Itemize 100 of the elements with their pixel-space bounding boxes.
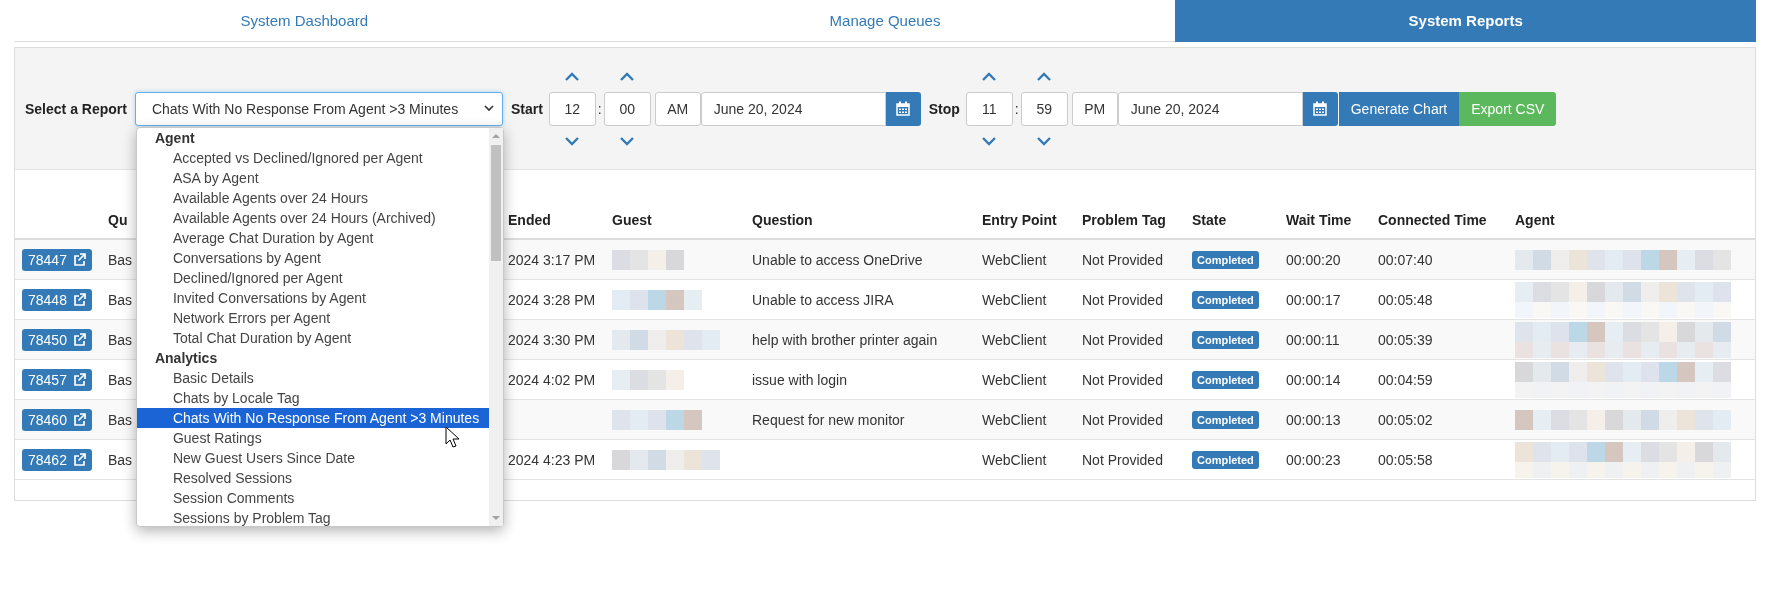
external-link-icon — [71, 332, 86, 347]
dropdown-option[interactable]: Session Comments — [136, 487, 489, 508]
dropdown-option[interactable]: Invited Conversations by Agent — [136, 287, 489, 308]
meridiem-toggle[interactable]: PM — [1071, 91, 1118, 126]
dropdown-option[interactable]: Network Errors per Agent — [136, 307, 489, 328]
table-cell: Bas — [108, 331, 133, 348]
date-field[interactable]: June 20, 2024 — [1117, 91, 1303, 126]
time-separator: : — [597, 100, 602, 117]
dropdown-option[interactable]: Chats by Locale Tag — [136, 387, 489, 408]
chevron-down-icon — [565, 135, 580, 146]
state-badge: Completed — [1192, 330, 1259, 349]
table-cell: 2024 3:30 PM — [508, 331, 596, 348]
table-cell: 00:05:58 — [1378, 451, 1433, 468]
table-cell: help with brother printer again — [752, 331, 938, 348]
time-field[interactable]: 59 — [1020, 91, 1068, 126]
column-header: Ended — [508, 212, 551, 228]
table-cell: WebClient — [982, 251, 1047, 268]
chevron-up-icon — [982, 71, 997, 82]
time-field[interactable]: 11 — [965, 91, 1013, 126]
column-header: Question — [752, 212, 813, 228]
dropdown-option[interactable]: Declined/Ignored per Agent — [136, 267, 489, 288]
table-cell: 00:04:59 — [1378, 371, 1433, 388]
table-cell: Bas — [108, 251, 133, 268]
table-cell: Unable to access JIRA — [752, 291, 894, 308]
column-header: Agent — [1515, 212, 1555, 228]
date-field[interactable]: June 20, 2024 — [700, 91, 886, 126]
table-cell: WebClient — [982, 451, 1047, 468]
dropdown-option[interactable]: Accepted vs Declined/Ignored per Agent — [136, 147, 489, 168]
dropdown-option[interactable]: New Guest Users Since Date — [136, 447, 489, 468]
tab[interactable]: Manage Queues — [594, 0, 1176, 42]
field-label: Select a Report — [25, 100, 127, 117]
table-cell: WebClient — [982, 411, 1047, 428]
dropdown-option[interactable]: Available Agents over 24 Hours (Archived) — [136, 207, 489, 228]
state-badge: Completed — [1192, 410, 1259, 429]
dropdown-option[interactable]: Available Agents over 24 Hours — [136, 187, 489, 208]
tab[interactable]: System Dashboard — [14, 0, 595, 42]
action-button[interactable]: Generate Chart — [1338, 91, 1460, 126]
table-cell: Not Provided — [1082, 251, 1163, 268]
table-cell: Bas — [108, 411, 133, 428]
option-group-label: Agent — [153, 128, 196, 148]
table-cell: Unable to access OneDrive — [752, 251, 923, 268]
calendar-button[interactable] — [885, 91, 921, 126]
column-header: Entry Point — [982, 212, 1057, 228]
blurred-text — [612, 368, 684, 391]
state-badge: Completed — [1192, 370, 1259, 389]
table-cell: 2024 3:28 PM — [508, 291, 596, 308]
session-link[interactable]: 78450 — [22, 328, 92, 351]
time-field[interactable]: 12 — [548, 91, 596, 126]
table-cell: Bas — [108, 451, 133, 468]
chevron-up-icon — [620, 71, 635, 82]
dropdown-option[interactable]: Sessions by Problem Tag — [136, 507, 489, 528]
table-cell: WebClient — [982, 371, 1047, 388]
external-link-icon — [71, 292, 86, 307]
table-cell: 00:00:17 — [1286, 291, 1341, 308]
dropdown-option[interactable]: Basic Details — [136, 367, 489, 388]
calendar-icon — [896, 101, 911, 116]
table-cell: 00:05:48 — [1378, 291, 1433, 308]
external-link-icon — [71, 372, 86, 387]
table-cell: 00:00:11 — [1286, 331, 1340, 348]
field-label: Stop — [928, 100, 960, 117]
column-header: State — [1192, 212, 1227, 228]
dropdown-option[interactable]: Total Chat Duration by Agent — [136, 327, 489, 348]
table-cell: 2024 3:17 PM — [508, 251, 596, 268]
chevron-up-icon — [565, 71, 580, 82]
report-select[interactable]: Chats With No Response From Agent >3 Minutes — [134, 91, 503, 126]
table-cell: 00:00:23 — [1286, 451, 1341, 468]
dropdown-option[interactable]: Chats With No Response From Agent >3 Minutes — [136, 407, 489, 428]
dropdown-option[interactable]: Guest Ratings — [136, 427, 489, 448]
table-cell: 00:00:20 — [1286, 251, 1341, 268]
table-cell: 00:05:02 — [1378, 411, 1433, 428]
table-cell: 00:05:39 — [1378, 331, 1433, 348]
table-cell: Request for new monitor — [752, 411, 905, 428]
session-link[interactable]: 78447 — [22, 248, 92, 271]
session-link[interactable]: 78457 — [22, 368, 92, 391]
column-header: Wait Time — [1286, 212, 1352, 228]
table-cell: 00:00:14 — [1286, 371, 1341, 388]
external-link-icon — [71, 452, 86, 467]
table-cell: Bas — [108, 371, 133, 388]
table-cell: Bas — [108, 291, 133, 308]
column-header: Qu — [108, 212, 128, 228]
table-cell: 2024 4:02 PM — [508, 371, 596, 388]
dropdown-option[interactable]: Conversations by Agent — [136, 247, 489, 268]
dropdown-option[interactable]: Resolved Sessions — [136, 467, 489, 488]
dropdown-option[interactable]: ASA by Agent — [136, 167, 489, 188]
tab[interactable]: System Reports — [1175, 0, 1756, 42]
calendar-icon — [1313, 101, 1328, 116]
table-cell: issue with login — [752, 371, 847, 388]
meridiem-toggle[interactable]: AM — [654, 91, 701, 126]
external-link-icon — [71, 412, 86, 427]
calendar-button[interactable] — [1302, 91, 1338, 126]
dropdown-option[interactable]: Average Chat Duration by Agent — [136, 227, 489, 248]
chevron-down-icon — [1037, 135, 1052, 146]
session-link[interactable]: 78448 — [22, 288, 92, 311]
time-separator: : — [1014, 100, 1019, 117]
session-link[interactable]: 78460 — [22, 408, 92, 431]
table-cell: WebClient — [982, 291, 1047, 308]
table-cell: Not Provided — [1082, 371, 1163, 388]
session-link[interactable]: 78462 — [22, 448, 92, 471]
column-header: Connected Time — [1378, 212, 1487, 228]
time-field[interactable]: 00 — [603, 91, 651, 126]
